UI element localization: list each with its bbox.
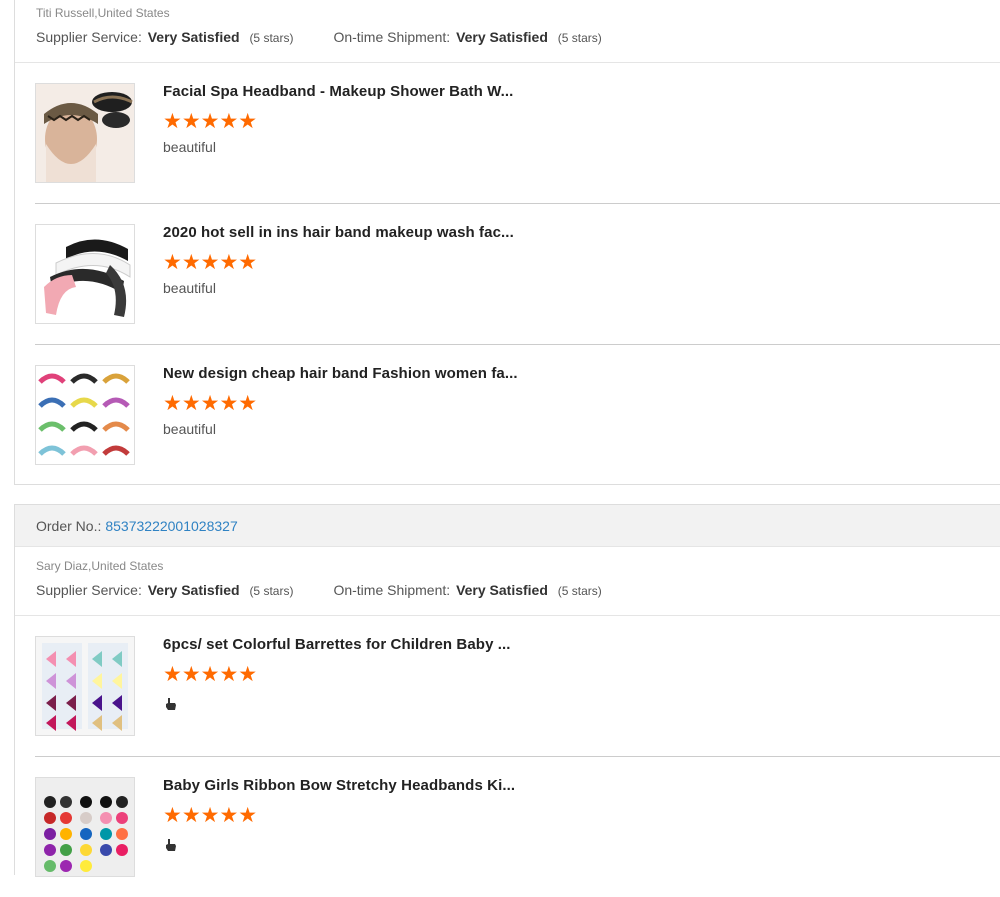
- shipment-rating: On-time Shipment: Very Satisfied (5 star…: [333, 29, 602, 45]
- service-ratings: Supplier Service: Very Satisfied (5 star…: [15, 581, 1000, 601]
- product-image[interactable]: [35, 83, 135, 183]
- review-item: Facial Spa Headband - Makeup Shower Bath…: [35, 63, 1000, 204]
- star-rating: ★★★★★: [163, 392, 258, 415]
- product-title[interactable]: 2020 hot sell in ins hair band makeup wa…: [163, 224, 514, 241]
- product-image[interactable]: [35, 365, 135, 465]
- order-number-link[interactable]: 85373222001028327: [105, 518, 237, 534]
- product-title[interactable]: Facial Spa Headband - Makeup Shower Bath…: [163, 83, 513, 100]
- shipment-rating: On-time Shipment: Very Satisfied (5 star…: [333, 582, 602, 598]
- review-comment: beautiful: [163, 280, 216, 296]
- star-rating: ★★★★★: [163, 251, 258, 274]
- supplier-service-rating: Supplier Service: Very Satisfied (5 star…: [36, 582, 294, 598]
- review-item: 6pcs/ set Colorful Barrettes for Childre…: [35, 616, 1000, 757]
- product-title[interactable]: New design cheap hair band Fashion women…: [163, 365, 518, 382]
- review-item: New design cheap hair band Fashion women…: [35, 345, 1000, 485]
- star-rating: ★★★★★: [163, 804, 258, 827]
- review-item: 2020 hot sell in ins hair band makeup wa…: [35, 204, 1000, 345]
- review-item: Baby Girls Ribbon Bow Stretchy Headbands…: [35, 757, 1000, 897]
- review-comment: beautiful: [163, 421, 216, 437]
- supplier-service-rating: Supplier Service: Very Satisfied (5 star…: [36, 29, 294, 45]
- product-title[interactable]: 6pcs/ set Colorful Barrettes for Childre…: [163, 636, 511, 653]
- buyer-name: Titi Russell,United States: [36, 6, 170, 20]
- thumbs-up-icon: [163, 837, 179, 853]
- star-rating: ★★★★★: [163, 110, 258, 133]
- order-header: Order No.: 85373222001028327: [15, 505, 1000, 547]
- order-card: Titi Russell,United States Supplier Serv…: [14, 0, 1000, 485]
- service-ratings: Supplier Service: Very Satisfied (5 star…: [15, 28, 1000, 48]
- product-image[interactable]: [35, 636, 135, 736]
- product-image[interactable]: [35, 777, 135, 877]
- product-title[interactable]: Baby Girls Ribbon Bow Stretchy Headbands…: [163, 777, 515, 794]
- thumbs-up-icon: [163, 696, 179, 712]
- star-rating: ★★★★★: [163, 663, 258, 686]
- review-comment: beautiful: [163, 139, 216, 155]
- order-number-label: Order No.:: [36, 517, 102, 534]
- buyer-name: Sary Diaz,United States: [36, 559, 164, 573]
- product-image[interactable]: [35, 224, 135, 324]
- order-card: Order No.: 85373222001028327 Sary Diaz,U…: [14, 504, 1000, 877]
